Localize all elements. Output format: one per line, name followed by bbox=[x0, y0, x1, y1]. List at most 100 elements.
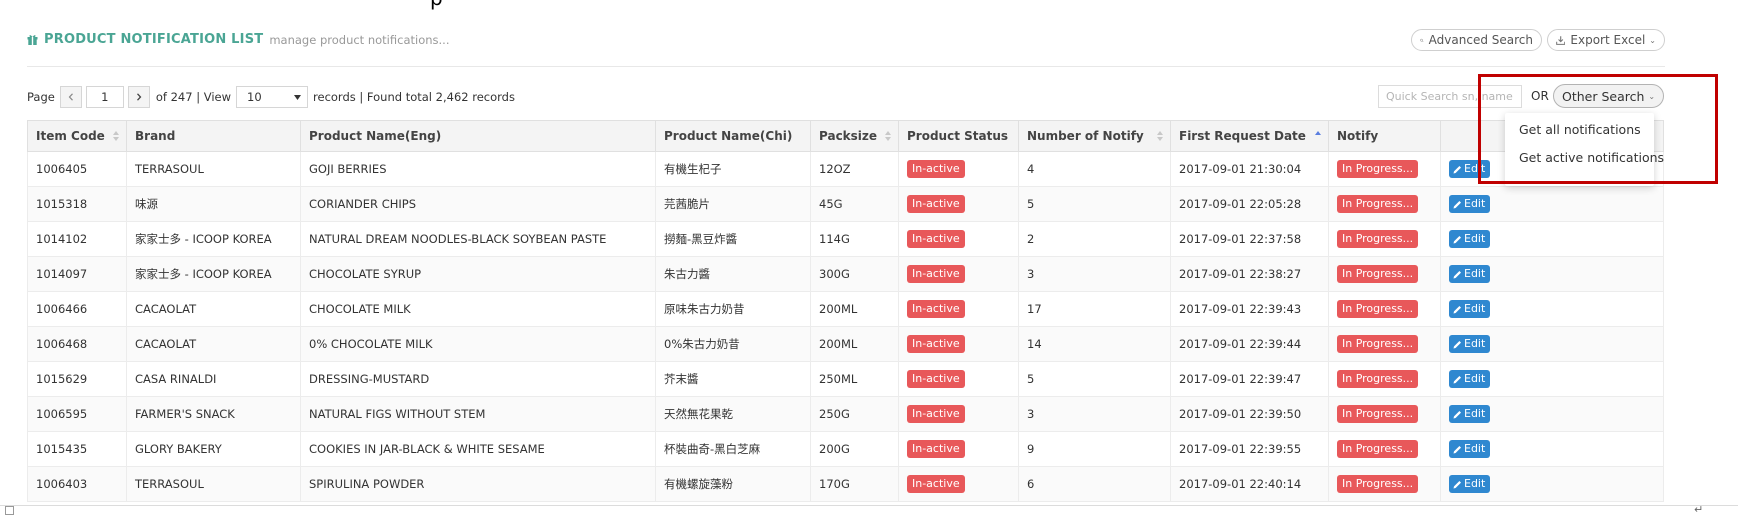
cell-number-of-notify: 6 bbox=[1018, 466, 1171, 502]
cell-first-request-date: 2017-09-01 21:30:04 bbox=[1170, 151, 1329, 187]
next-page-button[interactable] bbox=[127, 86, 150, 108]
status-badge: In-active bbox=[907, 195, 965, 213]
edit-button[interactable]: Edit bbox=[1449, 370, 1491, 388]
cell-product-name-chi: 原味朱古力奶昔 bbox=[655, 291, 811, 327]
notify-status-badge: In Progress... bbox=[1337, 405, 1419, 423]
sort-icon bbox=[1157, 131, 1163, 141]
notify-status-badge: In Progress... bbox=[1337, 230, 1419, 248]
cell-item-code: 1006468 bbox=[27, 326, 127, 362]
caret-down-icon bbox=[294, 94, 302, 100]
edit-label: Edit bbox=[1464, 477, 1486, 490]
cell-product-name-chi: 0%朱古力奶昔 bbox=[655, 326, 811, 362]
edit-button[interactable]: Edit bbox=[1449, 265, 1491, 283]
edit-button[interactable]: Edit bbox=[1449, 230, 1491, 248]
cell-packsize: 200ML bbox=[810, 291, 899, 327]
page-number-input[interactable] bbox=[85, 86, 124, 108]
table-row: 1006403 TERRASOUL SPIRULINA POWDER 有機螺旋藻粉 17… bbox=[27, 466, 1664, 502]
col-number-of-notify[interactable]: Number of Notify bbox=[1018, 120, 1171, 152]
cell-number-of-notify: 9 bbox=[1018, 431, 1171, 467]
page-title: PRODUCT NOTIFICATION LIST manage product… bbox=[27, 32, 449, 47]
cell-item-code: 1006595 bbox=[27, 396, 127, 432]
cell-product-name-eng: NATURAL FIGS WITHOUT STEM bbox=[300, 396, 656, 432]
cell-first-request-date: 2017-09-01 22:39:44 bbox=[1170, 326, 1329, 362]
prev-page-button[interactable] bbox=[59, 86, 82, 108]
cell-item-code: 1015318 bbox=[27, 186, 127, 222]
table-header-row: Item Code Brand Product Name(Eng) Produc… bbox=[27, 120, 1664, 152]
col-notify[interactable]: Notify bbox=[1328, 120, 1441, 152]
notification-table: Item Code Brand Product Name(Eng) Produc… bbox=[27, 120, 1664, 502]
cell-number-of-notify: 4 bbox=[1018, 151, 1171, 187]
cell-action: Edit bbox=[1440, 361, 1664, 397]
col-product-name-eng[interactable]: Product Name(Eng) bbox=[300, 120, 656, 152]
col-first-request-date[interactable]: First Request Date bbox=[1170, 120, 1329, 152]
cell-first-request-date: 2017-09-01 22:37:58 bbox=[1170, 221, 1329, 257]
col-packsize[interactable]: Packsize bbox=[810, 120, 899, 152]
cell-brand: 家家士多 - ICOOP KOREA bbox=[126, 221, 301, 257]
edit-label: Edit bbox=[1464, 232, 1486, 245]
edit-button[interactable]: Edit bbox=[1449, 335, 1491, 353]
cell-product-name-chi: 芥末醬 bbox=[655, 361, 811, 397]
cell-action: Edit bbox=[1440, 221, 1664, 257]
cell-first-request-date: 2017-09-01 22:05:28 bbox=[1170, 186, 1329, 222]
cell-product-status: In-active bbox=[898, 151, 1019, 187]
edit-label: Edit bbox=[1464, 337, 1486, 350]
page-size-value: 10 bbox=[247, 90, 262, 104]
cell-notify: In Progress... bbox=[1328, 361, 1441, 397]
status-badge: In-active bbox=[907, 265, 965, 283]
cell-packsize: 200G bbox=[810, 431, 899, 467]
col-product-name-chi[interactable]: Product Name(Chi) bbox=[655, 120, 811, 152]
edit-label: Edit bbox=[1464, 302, 1486, 315]
cell-brand: TERRASOUL bbox=[126, 466, 301, 502]
edit-button[interactable]: Edit bbox=[1449, 475, 1491, 493]
cell-number-of-notify: 5 bbox=[1018, 361, 1171, 397]
cell-product-name-eng: CHOCOLATE SYRUP bbox=[300, 256, 656, 292]
download-icon bbox=[1556, 35, 1566, 45]
cell-product-name-chi: 天然無花果乾 bbox=[655, 396, 811, 432]
cell-number-of-notify: 17 bbox=[1018, 291, 1171, 327]
pencil-icon bbox=[1453, 165, 1461, 173]
table-row: 1014097 家家士多 - ICOOP KOREA CHOCOLATE SYRUP… bbox=[27, 256, 1664, 292]
cell-packsize: 200ML bbox=[810, 326, 899, 362]
cell-product-name-eng: 0% CHOCOLATE MILK bbox=[300, 326, 656, 362]
edit-button[interactable]: Edit bbox=[1449, 300, 1491, 318]
edit-button[interactable]: Edit bbox=[1449, 195, 1491, 213]
cell-action: Edit bbox=[1440, 256, 1664, 292]
page-size-select[interactable]: 10 bbox=[236, 86, 309, 108]
status-badge: In-active bbox=[907, 370, 965, 388]
status-badge: In-active bbox=[907, 230, 965, 248]
notify-status-badge: In Progress... bbox=[1337, 475, 1419, 493]
cell-product-name-chi: 杯裝曲奇-黑白芝麻 bbox=[655, 431, 811, 467]
cell-item-code: 1006405 bbox=[27, 151, 127, 187]
table-handle-icon bbox=[5, 506, 14, 515]
table-row: 1006595 FARMER'S SNACK NATURAL FIGS WITHOU… bbox=[27, 396, 1664, 432]
cell-brand: 家家士多 - ICOOP KOREA bbox=[126, 256, 301, 292]
cell-product-status: In-active bbox=[898, 221, 1019, 257]
cell-notify: In Progress... bbox=[1328, 256, 1441, 292]
col-item-code[interactable]: Item Code bbox=[27, 120, 127, 152]
cell-product-name-eng: SPIRULINA POWDER bbox=[300, 466, 656, 502]
page-label: Page bbox=[27, 90, 55, 104]
cell-brand: TERRASOUL bbox=[126, 151, 301, 187]
partial-glyph: p bbox=[430, 0, 443, 10]
cell-product-name-eng: COOKIES IN JAR-BLACK & WHITE SESAME bbox=[300, 431, 656, 467]
advanced-search-button[interactable]: Advanced Search bbox=[1411, 29, 1542, 51]
table-row: 1015629 CASA RINALDI DRESSING-MUSTARD 芥末醬 25… bbox=[27, 361, 1664, 397]
advanced-search-label: Advanced Search bbox=[1428, 33, 1533, 47]
cell-product-status: In-active bbox=[898, 291, 1019, 327]
cell-action: Edit bbox=[1440, 186, 1664, 222]
col-brand[interactable]: Brand bbox=[126, 120, 301, 152]
export-excel-label: Export Excel bbox=[1570, 33, 1646, 47]
edit-button[interactable]: Edit bbox=[1449, 440, 1491, 458]
cell-brand: CASA RINALDI bbox=[126, 361, 301, 397]
cell-first-request-date: 2017-09-01 22:38:27 bbox=[1170, 256, 1329, 292]
cell-first-request-date: 2017-09-01 22:40:14 bbox=[1170, 466, 1329, 502]
col-product-status[interactable]: Product Status bbox=[898, 120, 1019, 152]
cell-notify: In Progress... bbox=[1328, 396, 1441, 432]
gift-icon bbox=[27, 34, 38, 45]
edit-button[interactable]: Edit bbox=[1449, 405, 1491, 423]
cell-product-status: In-active bbox=[898, 326, 1019, 362]
cell-brand: CACAOLAT bbox=[126, 291, 301, 327]
pencil-icon bbox=[1453, 410, 1461, 418]
export-excel-button[interactable]: Export Excel ⌄ bbox=[1547, 29, 1665, 51]
cell-product-name-eng: DRESSING-MUSTARD bbox=[300, 361, 656, 397]
